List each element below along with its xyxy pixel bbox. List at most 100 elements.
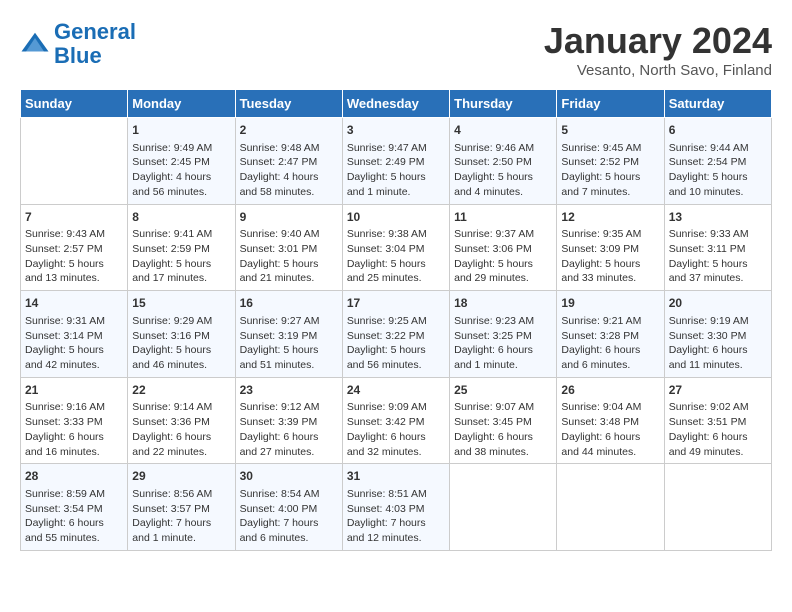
day-info-line: Sunrise: 9:45 AM xyxy=(561,141,659,156)
day-info-line: Sunrise: 8:51 AM xyxy=(347,487,445,502)
calendar-cell xyxy=(450,464,557,551)
day-number: 4 xyxy=(454,122,552,139)
day-number: 9 xyxy=(240,209,338,226)
day-info-line: Sunrise: 9:47 AM xyxy=(347,141,445,156)
calendar-cell: 21Sunrise: 9:16 AMSunset: 3:33 PMDayligh… xyxy=(21,377,128,464)
calendar-cell: 2Sunrise: 9:48 AMSunset: 2:47 PMDaylight… xyxy=(235,118,342,205)
day-info-line: Sunset: 3:19 PM xyxy=(240,329,338,344)
day-info-line: Sunrise: 9:21 AM xyxy=(561,314,659,329)
day-number: 2 xyxy=(240,122,338,139)
logo-icon xyxy=(20,29,50,59)
day-info-line: Sunset: 2:52 PM xyxy=(561,155,659,170)
day-info-line: and 22 minutes. xyxy=(132,445,230,460)
day-info-line: Daylight: 6 hours xyxy=(454,343,552,358)
day-number: 23 xyxy=(240,382,338,399)
day-info-line: and 33 minutes. xyxy=(561,271,659,286)
day-info-line: Sunrise: 9:12 AM xyxy=(240,400,338,415)
calendar-cell: 19Sunrise: 9:21 AMSunset: 3:28 PMDayligh… xyxy=(557,291,664,378)
day-info-line: Sunset: 3:51 PM xyxy=(669,415,767,430)
day-info-line: Sunset: 3:01 PM xyxy=(240,242,338,257)
day-info-line: Sunset: 3:28 PM xyxy=(561,329,659,344)
day-info-line: Sunset: 3:14 PM xyxy=(25,329,123,344)
day-number: 14 xyxy=(25,295,123,312)
day-of-week-header: Thursday xyxy=(450,90,557,118)
day-info-line: Sunset: 3:48 PM xyxy=(561,415,659,430)
day-info-line: Daylight: 6 hours xyxy=(132,430,230,445)
day-info-line: Sunset: 2:50 PM xyxy=(454,155,552,170)
calendar-cell: 7Sunrise: 9:43 AMSunset: 2:57 PMDaylight… xyxy=(21,204,128,291)
day-info-line: and 1 minute. xyxy=(454,358,552,373)
day-number: 31 xyxy=(347,468,445,485)
day-info-line: Sunrise: 9:19 AM xyxy=(669,314,767,329)
day-info-line: and 11 minutes. xyxy=(669,358,767,373)
day-info-line: Daylight: 5 hours xyxy=(240,343,338,358)
day-info-line: Sunrise: 9:29 AM xyxy=(132,314,230,329)
day-number: 22 xyxy=(132,382,230,399)
day-info-line: and 6 minutes. xyxy=(561,358,659,373)
day-info-line: Sunset: 2:49 PM xyxy=(347,155,445,170)
calendar-cell: 9Sunrise: 9:40 AMSunset: 3:01 PMDaylight… xyxy=(235,204,342,291)
day-number: 3 xyxy=(347,122,445,139)
calendar-week-row: 1Sunrise: 9:49 AMSunset: 2:45 PMDaylight… xyxy=(21,118,772,205)
day-of-week-header: Tuesday xyxy=(235,90,342,118)
day-number: 25 xyxy=(454,382,552,399)
day-info-line: Daylight: 5 hours xyxy=(347,257,445,272)
day-info-line: and 32 minutes. xyxy=(347,445,445,460)
day-info-line: Sunrise: 9:44 AM xyxy=(669,141,767,156)
day-of-week-header: Friday xyxy=(557,90,664,118)
day-number: 1 xyxy=(132,122,230,139)
day-info-line: and 49 minutes. xyxy=(669,445,767,460)
day-info-line: and 46 minutes. xyxy=(132,358,230,373)
day-info-line: and 51 minutes. xyxy=(240,358,338,373)
day-number: 13 xyxy=(669,209,767,226)
calendar-cell xyxy=(664,464,771,551)
day-number: 5 xyxy=(561,122,659,139)
day-info-line: Daylight: 7 hours xyxy=(240,516,338,531)
calendar-cell: 23Sunrise: 9:12 AMSunset: 3:39 PMDayligh… xyxy=(235,377,342,464)
day-info-line: Sunset: 3:30 PM xyxy=(669,329,767,344)
day-number: 16 xyxy=(240,295,338,312)
calendar-cell: 31Sunrise: 8:51 AMSunset: 4:03 PMDayligh… xyxy=(342,464,449,551)
day-info-line: Sunset: 3:11 PM xyxy=(669,242,767,257)
day-number: 19 xyxy=(561,295,659,312)
day-number: 11 xyxy=(454,209,552,226)
day-number: 12 xyxy=(561,209,659,226)
day-info-line: Daylight: 5 hours xyxy=(132,257,230,272)
day-info-line: Daylight: 6 hours xyxy=(25,516,123,531)
day-info-line: Daylight: 5 hours xyxy=(561,170,659,185)
day-info-line: Sunrise: 8:59 AM xyxy=(25,487,123,502)
location-subtitle: Vesanto, North Savo, Finland xyxy=(544,62,772,79)
calendar-table: SundayMondayTuesdayWednesdayThursdayFrid… xyxy=(20,89,772,551)
day-info-line: Sunset: 3:22 PM xyxy=(347,329,445,344)
day-info-line: Sunset: 4:03 PM xyxy=(347,502,445,517)
title-block: January 2024 Vesanto, North Savo, Finlan… xyxy=(544,20,772,79)
day-info-line: Daylight: 5 hours xyxy=(454,170,552,185)
day-info-line: Sunset: 3:54 PM xyxy=(25,502,123,517)
day-number: 6 xyxy=(669,122,767,139)
day-info-line: Sunset: 3:45 PM xyxy=(454,415,552,430)
day-info-line: Daylight: 6 hours xyxy=(240,430,338,445)
day-number: 17 xyxy=(347,295,445,312)
day-info-line: Sunset: 4:00 PM xyxy=(240,502,338,517)
calendar-cell: 26Sunrise: 9:04 AMSunset: 3:48 PMDayligh… xyxy=(557,377,664,464)
day-number: 20 xyxy=(669,295,767,312)
day-info-line: Sunset: 2:47 PM xyxy=(240,155,338,170)
calendar-cell: 3Sunrise: 9:47 AMSunset: 2:49 PMDaylight… xyxy=(342,118,449,205)
day-number: 15 xyxy=(132,295,230,312)
day-info-line: Sunrise: 9:35 AM xyxy=(561,227,659,242)
day-info-line: and 37 minutes. xyxy=(669,271,767,286)
day-info-line: Sunset: 3:57 PM xyxy=(132,502,230,517)
day-number: 7 xyxy=(25,209,123,226)
calendar-cell: 5 Sunrise: 9:45 AMSunset: 2:52 PMDaylight… xyxy=(557,118,664,205)
calendar-cell: 12Sunrise: 9:35 AMSunset: 3:09 PMDayligh… xyxy=(557,204,664,291)
day-info-line: Sunrise: 9:33 AM xyxy=(669,227,767,242)
month-title: January 2024 xyxy=(544,20,772,62)
page-header: General Blue January 2024 Vesanto, North… xyxy=(20,20,772,79)
day-info-line: and 56 minutes. xyxy=(132,185,230,200)
day-info-line: Sunrise: 9:40 AM xyxy=(240,227,338,242)
day-info-line: Sunrise: 9:41 AM xyxy=(132,227,230,242)
day-info-line: and 56 minutes. xyxy=(347,358,445,373)
day-info-line: Daylight: 4 hours xyxy=(132,170,230,185)
day-info-line: and 7 minutes. xyxy=(561,185,659,200)
calendar-cell: 13Sunrise: 9:33 AMSunset: 3:11 PMDayligh… xyxy=(664,204,771,291)
